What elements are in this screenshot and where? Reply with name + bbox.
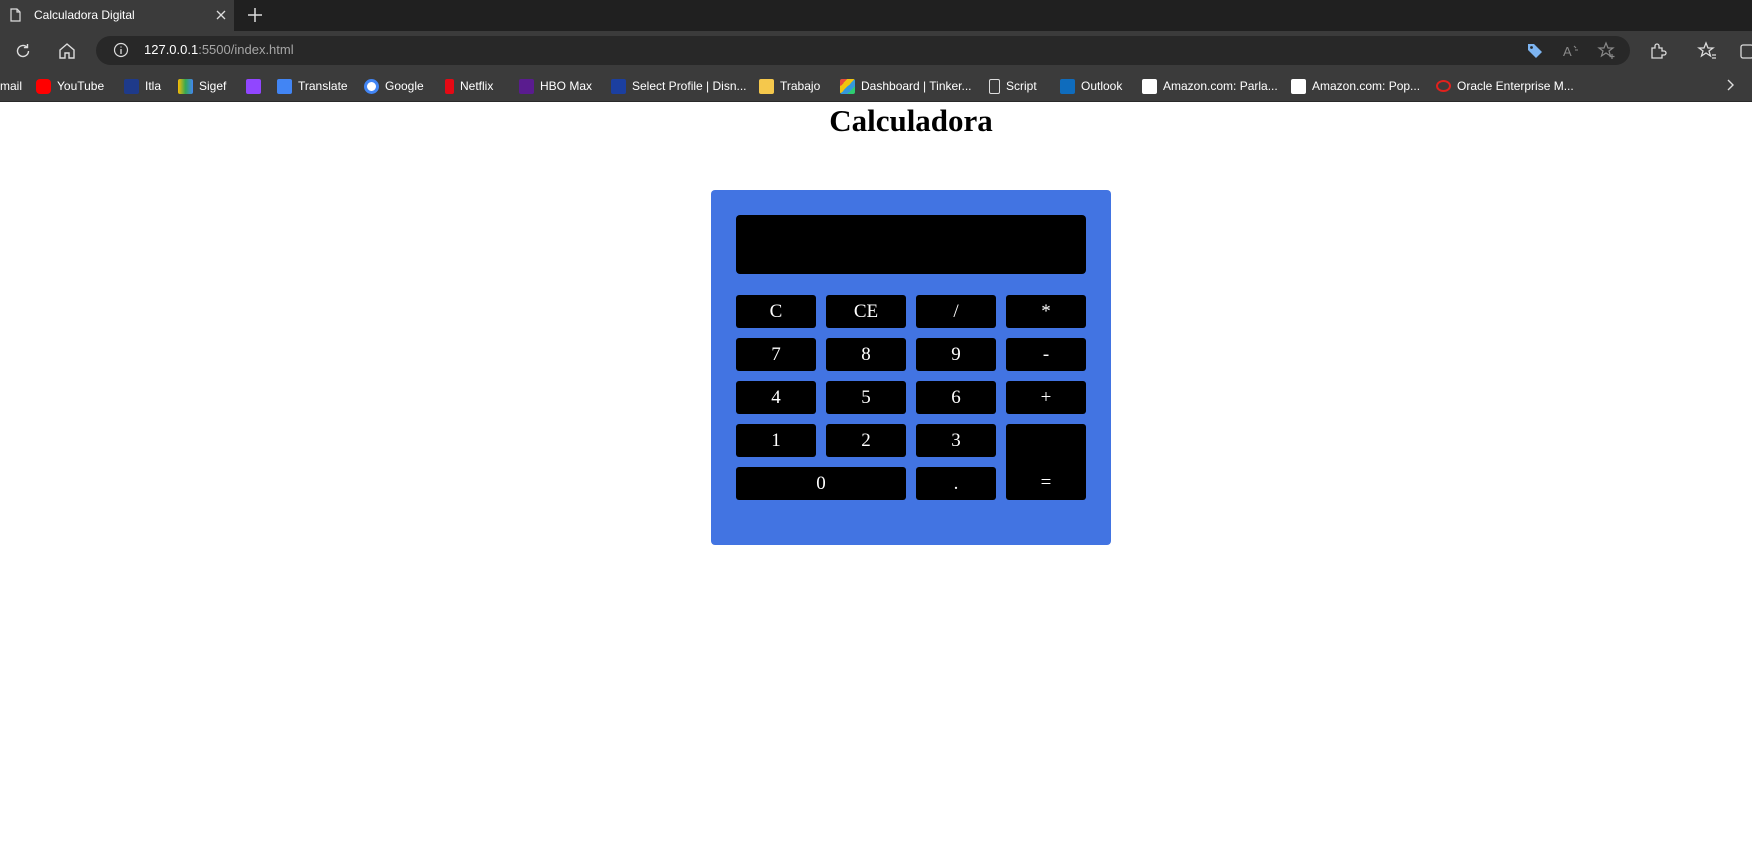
sigef-icon	[178, 78, 193, 94]
bookmark-label: Google	[385, 79, 424, 93]
collections-icon[interactable]	[1738, 41, 1752, 61]
chevron-right-icon[interactable]	[1722, 77, 1738, 93]
bookmark-amazon-1[interactable]: Amazon.com: Parla...	[1142, 70, 1278, 102]
amazon-icon	[1142, 78, 1157, 94]
bookmark-disney[interactable]: Select Profile | Disn...	[611, 70, 747, 102]
bookmark-amazon-2[interactable]: Amazon.com: Pop...	[1291, 70, 1420, 102]
home-icon[interactable]	[57, 41, 77, 61]
key-minus[interactable]: -	[1006, 338, 1086, 371]
key-1[interactable]: 1	[736, 424, 816, 457]
bookmarks-bar: mail YouTube Itla Sigef Translate Google…	[0, 70, 1752, 102]
browser-tab[interactable]: Calculadora Digital	[0, 0, 234, 31]
price-tag-icon[interactable]	[1525, 41, 1545, 61]
bookmark-tinkercad[interactable]: Dashboard | Tinker...	[840, 70, 972, 102]
bookmark-gmail[interactable]: mail	[0, 70, 22, 102]
bookmark-outlook[interactable]: Outlook	[1060, 70, 1122, 102]
key-decimal[interactable]: .	[916, 467, 996, 500]
folder-icon	[759, 78, 774, 94]
hbomax-icon	[519, 78, 534, 94]
bookmark-oracle[interactable]: Oracle Enterprise M...	[1436, 70, 1574, 102]
bookmark-label: Translate	[298, 79, 348, 93]
bookmark-label: Select Profile | Disn...	[632, 79, 747, 93]
bookmark-google[interactable]: Google	[364, 70, 424, 102]
info-icon[interactable]	[113, 42, 129, 58]
bookmark-sigef[interactable]: Sigef	[178, 70, 226, 102]
bookmark-youtube[interactable]: YouTube	[36, 70, 104, 102]
key-9[interactable]: 9	[916, 338, 996, 371]
bookmark-label: Sigef	[199, 79, 227, 93]
key-3[interactable]: 3	[916, 424, 996, 457]
svg-text:A: A	[1563, 44, 1572, 59]
calculator-panel: C CE / * 7 8 9 - 4 5 6 + 1 2 3 = 0 .	[711, 190, 1111, 545]
bookmark-label: HBO Max	[540, 79, 593, 93]
tab-title: Calculadora Digital	[34, 8, 135, 22]
key-plus[interactable]: +	[1006, 381, 1086, 414]
key-equals[interactable]: =	[1006, 424, 1086, 500]
amazon-icon	[1291, 78, 1306, 94]
google-icon	[364, 78, 379, 94]
calculator-display	[736, 215, 1086, 274]
bookmark-hbomax[interactable]: HBO Max	[519, 70, 592, 102]
key-7[interactable]: 7	[736, 338, 816, 371]
favorites-icon[interactable]	[1697, 41, 1717, 61]
bookmark-label: Dashboard | Tinker...	[861, 79, 972, 93]
disney-icon	[611, 78, 626, 94]
itla-icon	[124, 78, 139, 94]
read-aloud-icon[interactable]: A	[1561, 41, 1581, 61]
page-icon	[10, 8, 21, 22]
new-tab-icon[interactable]	[246, 6, 264, 24]
key-5[interactable]: 5	[826, 381, 906, 414]
bookmark-translate[interactable]: Translate	[277, 70, 348, 102]
translate-icon	[277, 78, 292, 94]
refresh-icon[interactable]	[13, 41, 33, 61]
tab-strip: Calculadora Digital	[0, 0, 1752, 31]
key-4[interactable]: 4	[736, 381, 816, 414]
bookmark-label: mail	[0, 79, 23, 93]
bookmark-itla[interactable]: Itla	[124, 70, 161, 102]
bookmark-label: Netflix	[460, 79, 494, 93]
key-clear-entry[interactable]: CE	[826, 295, 906, 328]
add-favorite-icon[interactable]	[1597, 41, 1617, 61]
bookmark-label: Trabajo	[780, 79, 821, 93]
bookmark-label: Outlook	[1081, 79, 1123, 93]
youtube-icon	[36, 78, 51, 94]
bookmark-twitch[interactable]	[246, 70, 261, 102]
page-title: Calculadora	[829, 103, 993, 138]
address-url[interactable]: 127.0.0.1:5500/index.html	[144, 42, 294, 57]
extensions-icon[interactable]	[1648, 41, 1668, 61]
bookmark-label: Script	[1006, 79, 1037, 93]
bookmark-netflix[interactable]: Netflix	[445, 70, 493, 102]
bookmark-label: Oracle Enterprise M...	[1457, 79, 1574, 93]
tinkercad-icon	[840, 78, 855, 94]
url-path: :5500/index.html	[198, 42, 294, 57]
oracle-icon	[1436, 80, 1451, 92]
bookmark-script[interactable]: Script	[989, 70, 1037, 102]
key-clear[interactable]: C	[736, 295, 816, 328]
key-divide[interactable]: /	[916, 295, 996, 328]
address-bar[interactable]	[96, 36, 1630, 65]
bookmark-label: Amazon.com: Pop...	[1312, 79, 1421, 93]
url-host: 127.0.0.1	[144, 42, 199, 57]
bookmark-label: YouTube	[57, 79, 105, 93]
key-8[interactable]: 8	[826, 338, 906, 371]
bookmark-label: Amazon.com: Parla...	[1163, 79, 1278, 93]
key-6[interactable]: 6	[916, 381, 996, 414]
bookmark-label: Itla	[145, 79, 162, 93]
key-multiply[interactable]: *	[1006, 295, 1086, 328]
outlook-icon	[1060, 78, 1075, 94]
key-2[interactable]: 2	[826, 424, 906, 457]
bookmark-trabajo[interactable]: Trabajo	[759, 70, 820, 102]
close-icon[interactable]	[214, 8, 228, 22]
twitch-icon	[246, 78, 261, 94]
netflix-icon	[445, 78, 454, 94]
page-icon	[989, 78, 1000, 94]
key-0[interactable]: 0	[736, 467, 906, 500]
